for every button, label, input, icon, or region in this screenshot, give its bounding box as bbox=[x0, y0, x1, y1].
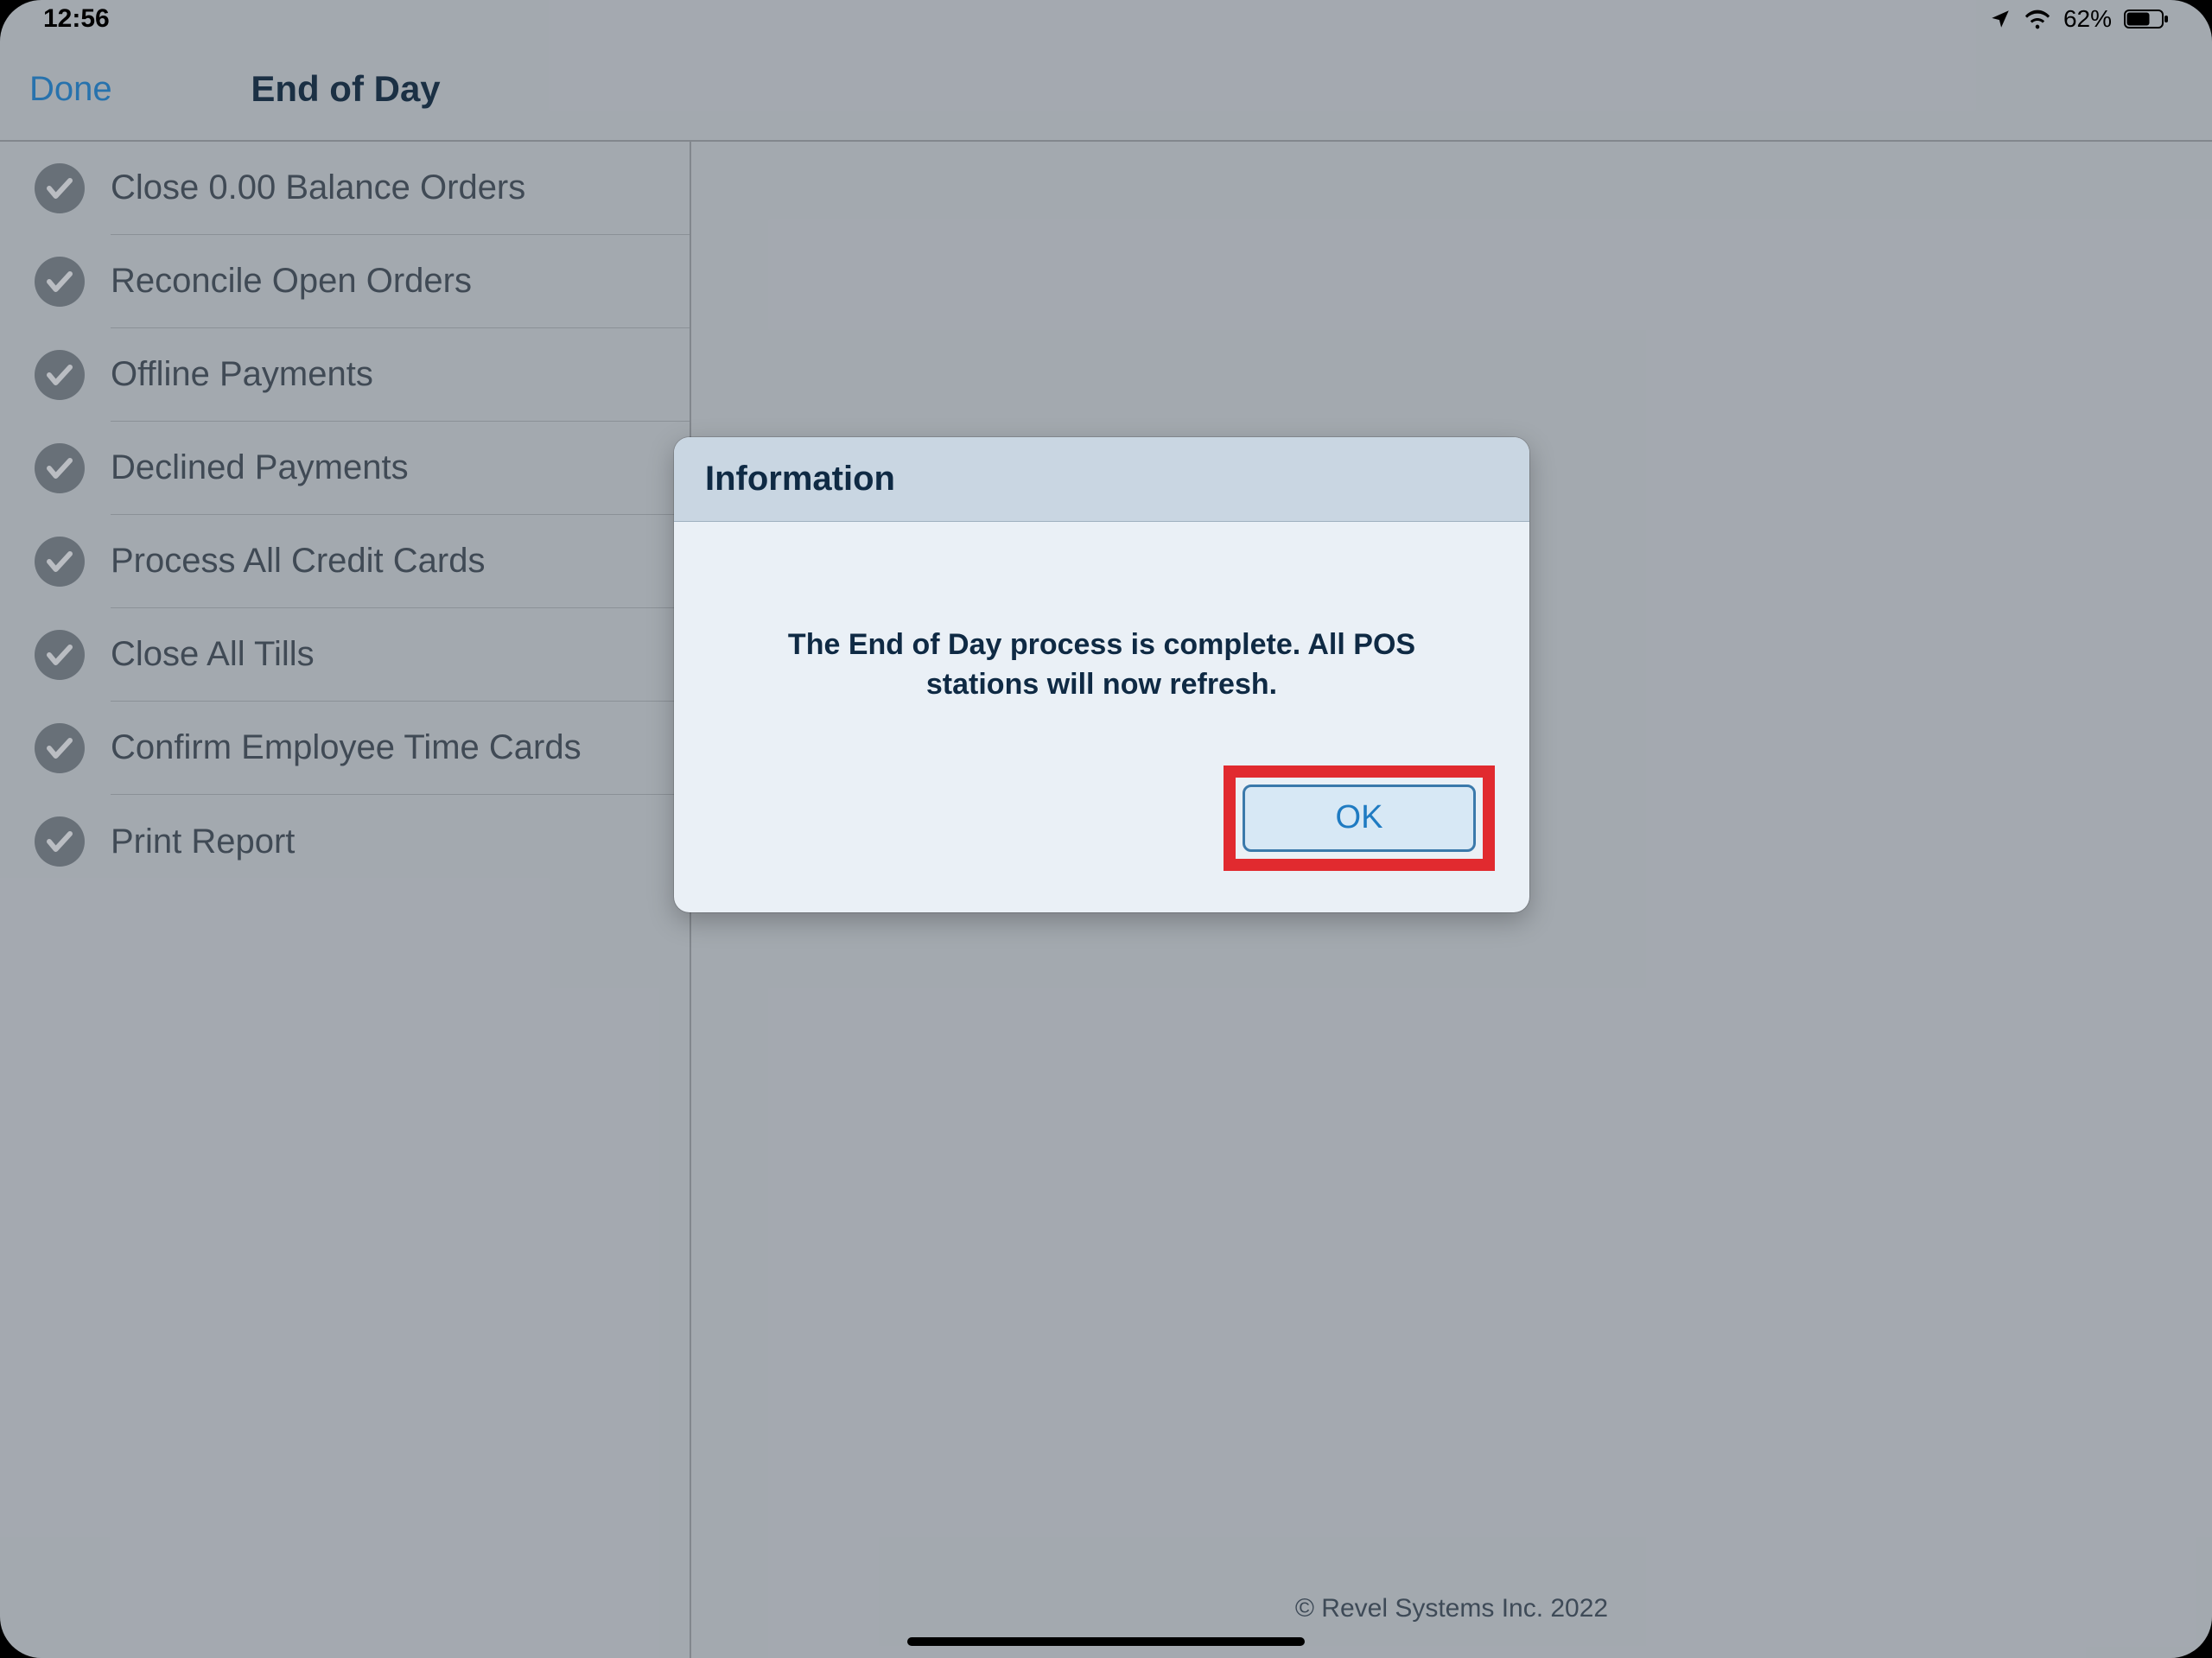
status-right: 62% bbox=[1989, 5, 2169, 33]
footer-copyright: © Revel Systems Inc. 2022 bbox=[691, 1594, 2212, 1623]
sidebar-item-label: Close 0.00 Balance Orders bbox=[111, 168, 525, 207]
sidebar-item-process-cards[interactable]: Process All Credit Cards bbox=[0, 515, 690, 608]
modal-message: The End of Day process is complete. All … bbox=[674, 522, 1529, 740]
ok-highlight: OK bbox=[1224, 765, 1495, 871]
checkmark-icon bbox=[35, 537, 85, 587]
checkmark-icon bbox=[35, 163, 85, 213]
sidebar-item-close-tills[interactable]: Close All Tills bbox=[0, 608, 690, 702]
sidebar-item-label: Print Report bbox=[111, 823, 295, 861]
sidebar-item-print-report[interactable]: Print Report bbox=[0, 795, 690, 888]
header-row: Done End of Day bbox=[0, 38, 2212, 142]
checkmark-icon bbox=[35, 723, 85, 773]
sidebar-item-time-cards[interactable]: Confirm Employee Time Cards bbox=[0, 702, 690, 795]
sidebar-item-reconcile[interactable]: Reconcile Open Orders bbox=[0, 235, 690, 328]
sidebar-item-label: Process All Credit Cards bbox=[111, 542, 485, 581]
sidebar: Close 0.00 Balance Orders Reconcile Open… bbox=[0, 142, 691, 1658]
checkmark-icon bbox=[35, 816, 85, 867]
sidebar-item-label: Offline Payments bbox=[111, 355, 373, 394]
battery-icon bbox=[2124, 9, 2169, 29]
sidebar-item-declined-payments[interactable]: Declined Payments bbox=[0, 422, 690, 515]
wifi-icon bbox=[2024, 9, 2051, 29]
sidebar-item-label: Confirm Employee Time Cards bbox=[111, 728, 582, 767]
sidebar-item-offline-payments[interactable]: Offline Payments bbox=[0, 328, 690, 422]
checkmark-icon bbox=[35, 443, 85, 493]
sidebar-item-label: Close All Tills bbox=[111, 635, 315, 674]
home-indicator[interactable] bbox=[907, 1637, 1305, 1646]
information-modal: Information The End of Day process is co… bbox=[674, 437, 1529, 912]
checkmark-icon bbox=[35, 350, 85, 400]
modal-footer: OK bbox=[674, 740, 1529, 912]
checkmark-icon bbox=[35, 257, 85, 307]
header-left: Done End of Day bbox=[0, 38, 691, 140]
checkmark-icon bbox=[35, 630, 85, 680]
status-bar: 12:56 62% bbox=[0, 0, 2212, 38]
sidebar-item-label: Declined Payments bbox=[111, 448, 409, 487]
modal-title: Information bbox=[674, 437, 1529, 522]
status-time: 12:56 bbox=[43, 4, 110, 34]
sidebar-item-label: Reconcile Open Orders bbox=[111, 262, 472, 301]
sidebar-item-close-balance[interactable]: Close 0.00 Balance Orders bbox=[0, 142, 690, 235]
location-icon bbox=[1989, 8, 2012, 30]
ok-button[interactable]: OK bbox=[1243, 785, 1476, 852]
device-screen: 12:56 62% Done End of Day Close 0.00 Bal… bbox=[0, 0, 2212, 1658]
battery-percent: 62% bbox=[2063, 5, 2112, 33]
done-button[interactable]: Done bbox=[0, 70, 112, 109]
